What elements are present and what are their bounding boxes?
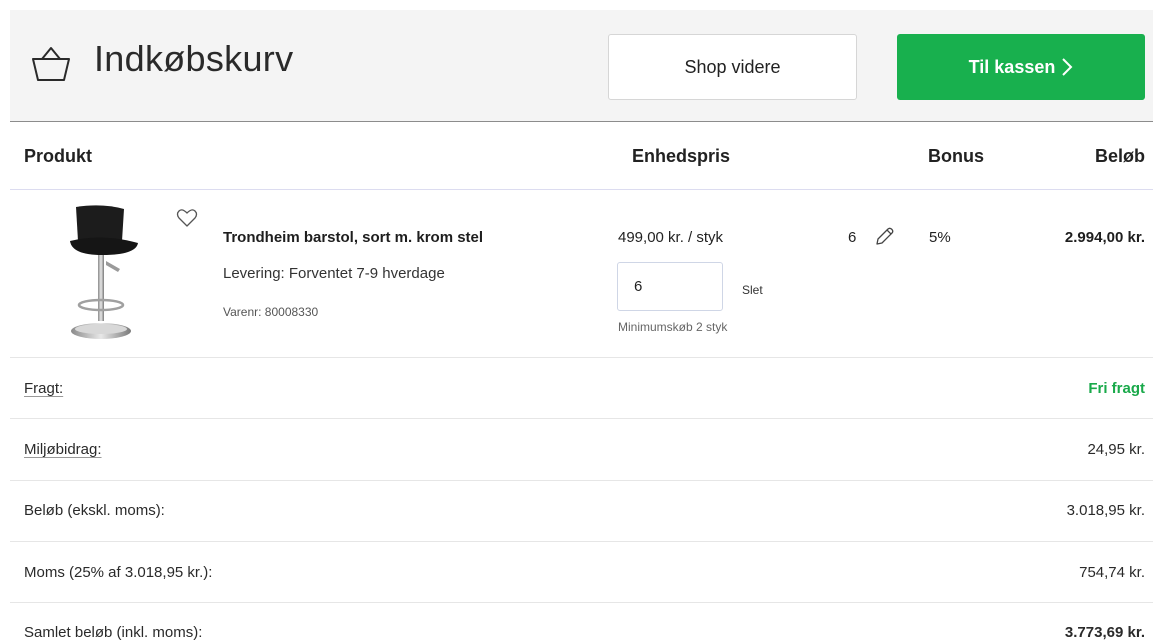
- column-header-amount: Beløb: [1094, 146, 1145, 166]
- row-divider: [10, 602, 1153, 603]
- freight-label[interactable]: Fragt:: [24, 380, 63, 397]
- pencil-icon[interactable]: [873, 226, 895, 248]
- product-sku: Varenr: 80008330: [223, 305, 319, 319]
- heart-icon[interactable]: [176, 208, 198, 228]
- product-delivery: Levering: Forventet 7-9 hverdage: [223, 265, 445, 282]
- row-divider: [10, 480, 1153, 481]
- shop-further-button[interactable]: Shop videre: [608, 34, 857, 100]
- vat-label: Moms (25% af 3.018,95 kr.):: [24, 564, 213, 581]
- row-divider: [10, 418, 1153, 419]
- product-image[interactable]: [62, 205, 142, 345]
- checkout-label: Til kassen: [968, 56, 1056, 77]
- vat-value: 754,74 kr.: [1079, 564, 1145, 581]
- checkout-button[interactable]: Til kassen: [897, 34, 1145, 100]
- cart-header: Indkøbskurv Shop videre Til kassen: [10, 10, 1153, 122]
- environment-fee-label[interactable]: Miljøbidrag:: [24, 441, 102, 458]
- product-name[interactable]: Trondheim barstol, sort m. krom stel: [223, 229, 483, 246]
- quantity-input[interactable]: [617, 262, 723, 311]
- header-divider: [10, 189, 1153, 190]
- unit-price: 499,00 kr. / styk: [618, 229, 724, 246]
- row-divider: [10, 541, 1153, 542]
- grand-total-label: Samlet beløb (inkl. moms):: [24, 624, 203, 641]
- amount-ex-vat-label: Beløb (ekskl. moms):: [24, 502, 165, 519]
- column-header-bonus: Bonus: [928, 146, 984, 166]
- freight-value: Fri fragt: [1088, 380, 1145, 397]
- delete-link[interactable]: Slet: [742, 283, 763, 297]
- shop-further-label: Shop videre: [684, 56, 781, 77]
- line-total: 2.994,00 kr.: [1064, 229, 1145, 246]
- row-divider: [10, 357, 1153, 358]
- amount-ex-vat-value: 3.018,95 kr.: [1066, 502, 1145, 519]
- column-header-unit-price: Enhedspris: [632, 146, 731, 166]
- column-header-product: Produkt: [24, 146, 93, 166]
- grand-total-value: 3.773,69 kr.: [1064, 624, 1145, 641]
- environment-fee-value: 24,95 kr.: [1087, 441, 1145, 458]
- bonus-value: 5%: [929, 229, 951, 246]
- chevron-right-icon: [1062, 58, 1073, 76]
- basket-icon: [32, 47, 70, 81]
- cart-page: Indkøbskurv Shop videre Til kassen Produ…: [0, 0, 1153, 642]
- minimum-purchase-note: Minimumskøb 2 styk: [618, 320, 728, 334]
- quantity-display: 6: [848, 229, 857, 246]
- page-title: Indkøbskurv: [94, 38, 294, 79]
